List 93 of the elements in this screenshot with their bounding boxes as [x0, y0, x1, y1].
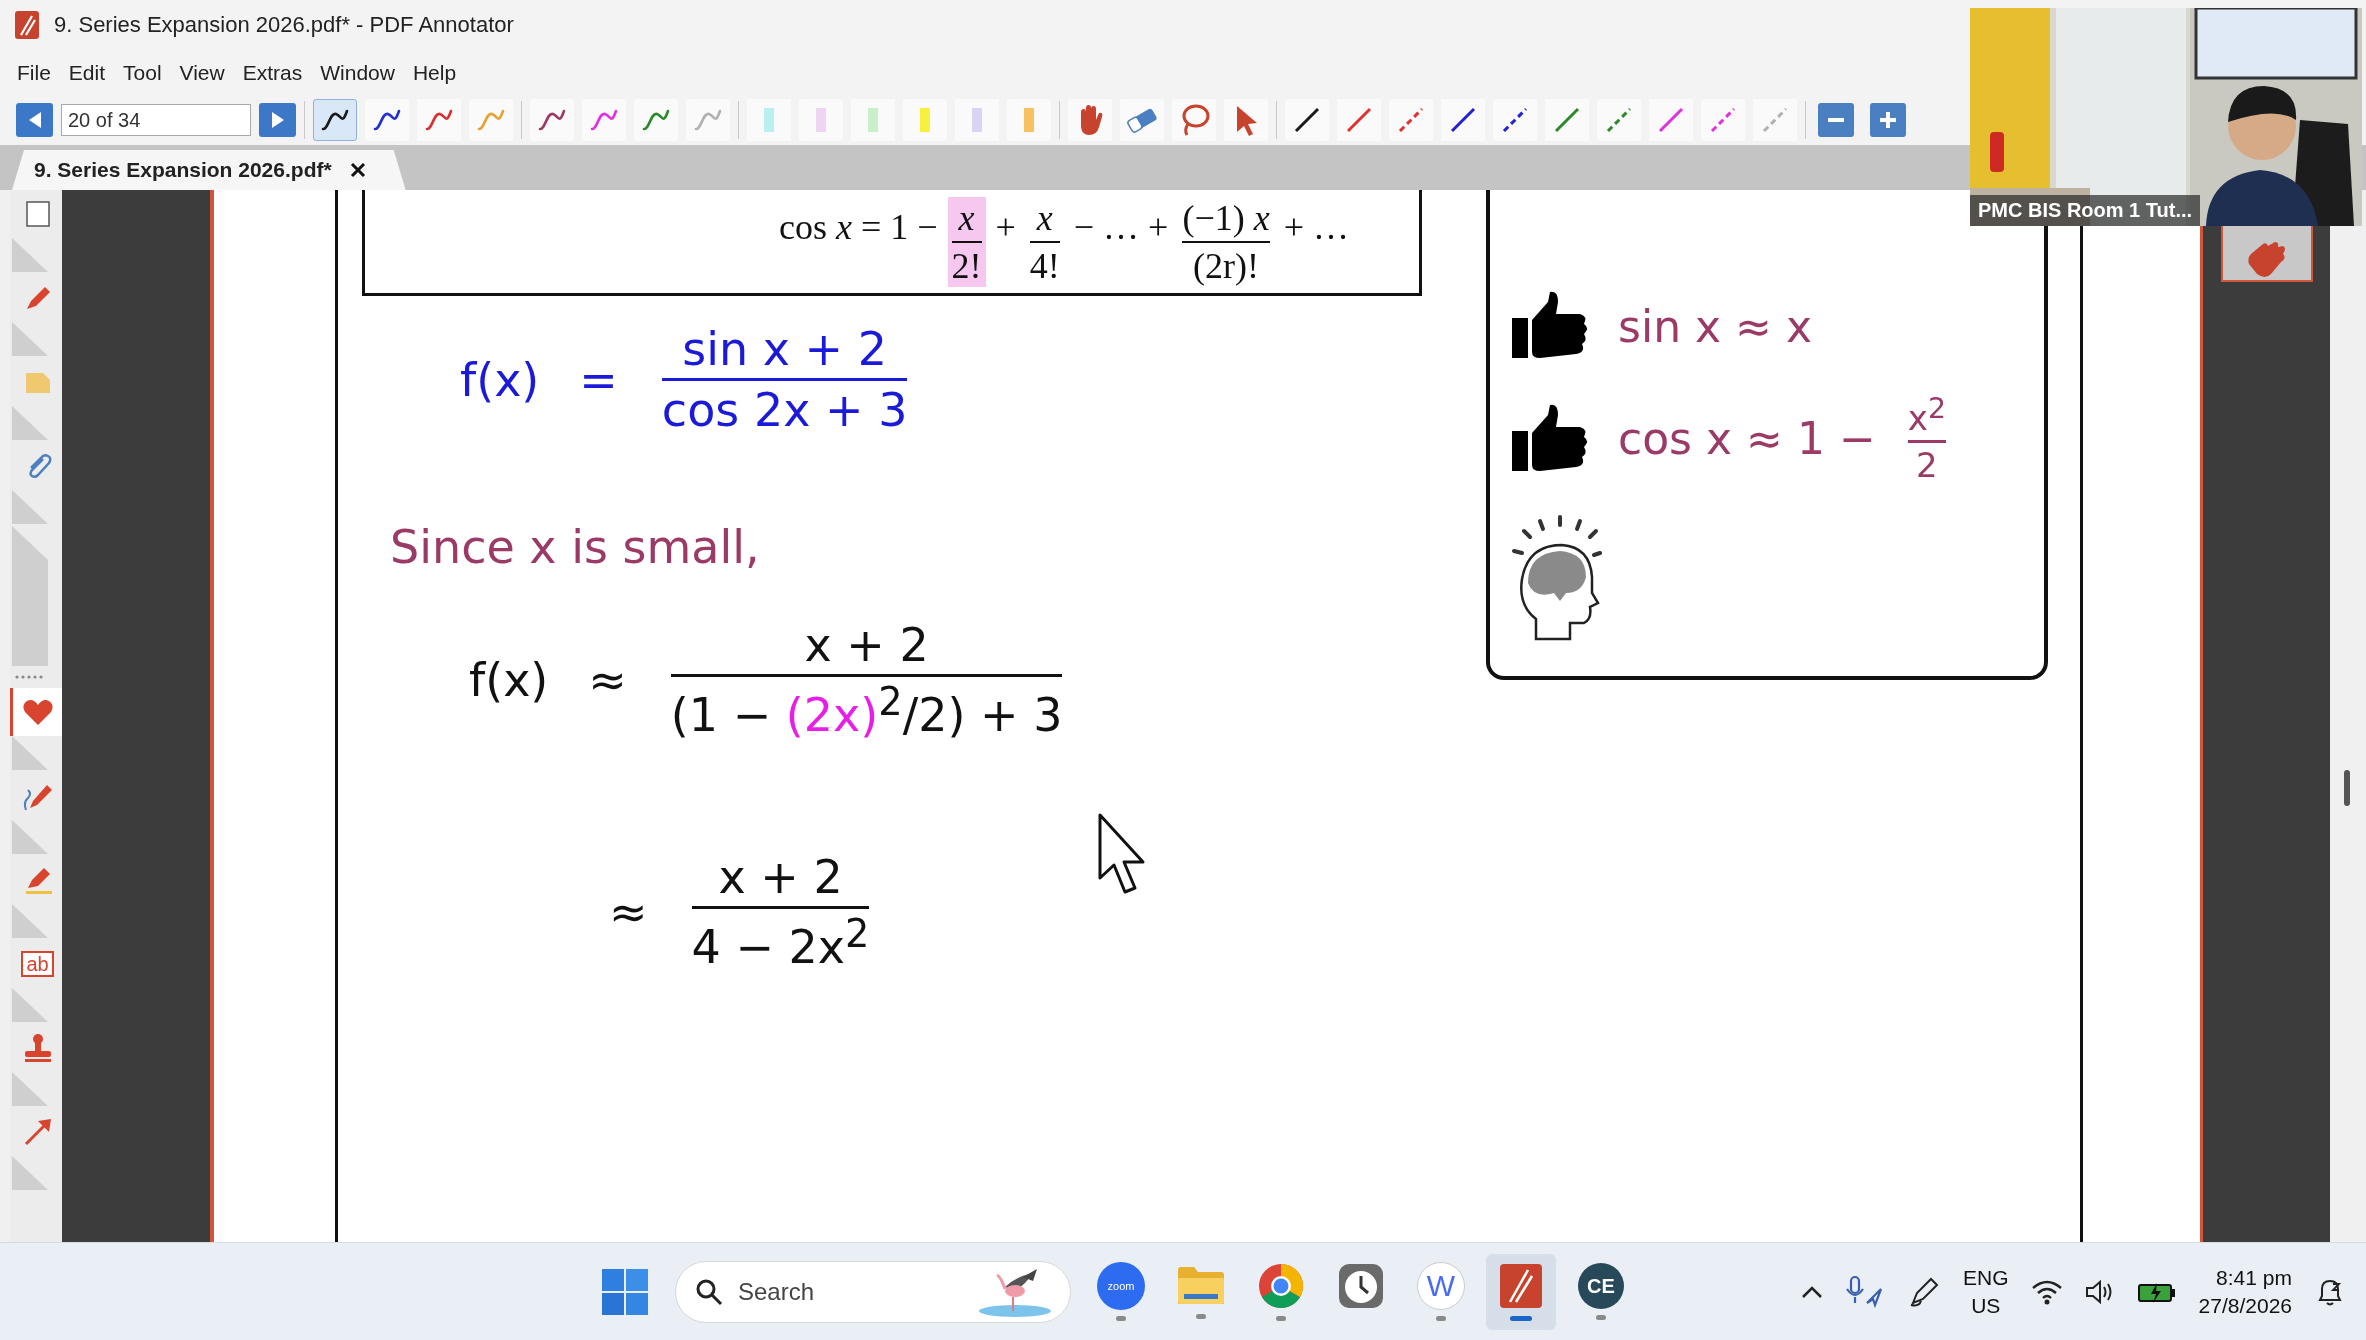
handwritten-denominator: 4 − 2x$^{2}$ [691, 911, 870, 975]
handwritten-text: f(x) [460, 352, 540, 407]
handwritten-text: f(x) [469, 653, 549, 708]
caret-up-icon[interactable] [1801, 1284, 1824, 1299]
lasso-tool-button[interactable] [1172, 99, 1216, 141]
heart-icon[interactable] [21, 697, 54, 727]
document-tab[interactable]: 9. Series Expansion 2026.pdf* [12, 150, 406, 190]
handwritten-symbol: = [579, 352, 618, 407]
formula-numerator: x [1036, 197, 1053, 239]
formula-text: + [995, 206, 1016, 248]
flyout-corner [10, 406, 50, 442]
handwritten-numerator: sin x + 2 [682, 322, 888, 376]
dashed-line-tool-button[interactable] [1389, 99, 1433, 141]
clock-icon [1337, 1262, 1385, 1310]
handwritten-symbol: ≈ [588, 653, 627, 708]
text-box-tool-button[interactable]: ab [10, 940, 62, 988]
handwritten-numerator: x$^{2}$ [1907, 392, 1946, 439]
region-text: US [1971, 1292, 2001, 1319]
dashed-line-tool-button[interactable] [1597, 99, 1641, 141]
dashed-line-tool-button[interactable] [1701, 99, 1745, 141]
flyout-corner [10, 736, 50, 772]
flyout-corner [10, 238, 50, 274]
menu-item[interactable]: Window [311, 60, 404, 85]
pointer-tool-button[interactable] [1224, 99, 1268, 141]
hand-tool-button[interactable] [1068, 99, 1112, 141]
tab-label: 9. Series Expansion 2026.pdf* [34, 158, 332, 182]
menu-item[interactable]: Edit [59, 60, 115, 85]
flyout-corner [10, 490, 50, 526]
video-caption: PMC BIS Room 1 Tut... [1970, 195, 2201, 226]
formula-text: − … + [1073, 206, 1169, 248]
plus-icon [1878, 110, 1898, 130]
language-indicator[interactable]: ENG US [1963, 1264, 2009, 1319]
handwritten-symbol: ≈ [609, 885, 648, 940]
formula-denominator: 4! [1029, 245, 1060, 287]
window-title: 9. Series Expansion 2026.pdf* - PDF Annotator [54, 12, 514, 38]
next-page-button[interactable] [259, 103, 296, 137]
flyout-corner [10, 322, 50, 358]
eraser-tool-button[interactable] [1120, 99, 1164, 141]
line-tool-button[interactable] [1441, 99, 1485, 141]
time-text: 8:41 pm [2216, 1265, 2292, 1292]
handwritten-text: cos x ≈ 1 − [1618, 413, 1876, 465]
minus-icon [1828, 118, 1844, 122]
date-text: 27/8/2026 [2198, 1292, 2292, 1319]
formula-text: + … [1283, 206, 1349, 248]
handwritten-text: Since x is small, [390, 520, 760, 574]
language-text: ENG [1963, 1265, 2009, 1292]
taskbar-app-button[interactable]: CE [1566, 1253, 1636, 1330]
handwritten-denominator: (1 − (2x)$^{2}$/2) + 3 [670, 679, 1063, 743]
menu-item[interactable]: Extras [233, 60, 312, 85]
page-number-field[interactable]: 20 of 34 [61, 104, 251, 136]
flyout-corner [10, 820, 50, 856]
menu-item[interactable]: File [8, 60, 60, 85]
handwritten-denominator: cos 2x + 3 [661, 383, 908, 437]
dashed-line-tool-button[interactable] [1493, 99, 1537, 141]
flyout-corner [10, 1072, 50, 1108]
menu-item[interactable]: View [170, 60, 234, 85]
zoom-in-button[interactable] [1870, 103, 1906, 137]
line-tool-button[interactable] [1285, 99, 1329, 141]
formula-text: cos x = 1 − [778, 206, 938, 248]
flyout-corner [10, 904, 50, 940]
app-logo-icon [14, 10, 40, 40]
formula-numerator: x [958, 197, 975, 239]
brain-head-icon [1510, 515, 1602, 642]
taskbar-app-button[interactable]: zoom [1086, 1253, 1156, 1330]
handwritten-numerator: x + 2 [804, 618, 929, 672]
flyout-corner [10, 988, 50, 1024]
browser-icon [1257, 1262, 1305, 1310]
menu-item[interactable]: Help [403, 60, 466, 85]
blank-page-icon[interactable] [24, 200, 51, 228]
previous-page-button[interactable] [16, 103, 53, 137]
formula-numerator: (−1) x [1182, 197, 1270, 239]
taskbar-app-button[interactable]: W [1406, 1253, 1476, 1330]
handwritten-text: sin x ≈ x [1618, 300, 1812, 352]
clock-display[interactable]: 8:41 pm 27/8/2026 [2198, 1264, 2292, 1319]
letter-app-icon: W [1426, 1269, 1456, 1303]
handwritten-denominator: 2 [1916, 445, 1938, 486]
quill-page-icon [1498, 1262, 1544, 1310]
page-thumbnail[interactable] [2220, 226, 2313, 282]
formula-denominator: (2r)! [1193, 245, 1260, 287]
zoom-app-icon: zoom [1107, 1280, 1135, 1292]
letter-app-icon: CE [1587, 1274, 1615, 1298]
flyout-corner [10, 1156, 50, 1192]
handwritten-numerator: x + 2 [718, 850, 843, 904]
wifi-icon[interactable] [2030, 1278, 2063, 1305]
annotator-app-button[interactable] [1486, 1253, 1556, 1330]
formula-denominator: 2! [951, 245, 982, 287]
text-box-icon: ab [21, 951, 54, 977]
close-icon[interactable] [349, 162, 366, 178]
triangle-right-icon [269, 111, 286, 129]
search-icon [695, 1277, 723, 1306]
menu-item[interactable]: Tool [114, 60, 171, 85]
zoom-out-button[interactable] [1818, 103, 1854, 137]
scrollbar-thumb[interactable] [2344, 770, 2350, 806]
